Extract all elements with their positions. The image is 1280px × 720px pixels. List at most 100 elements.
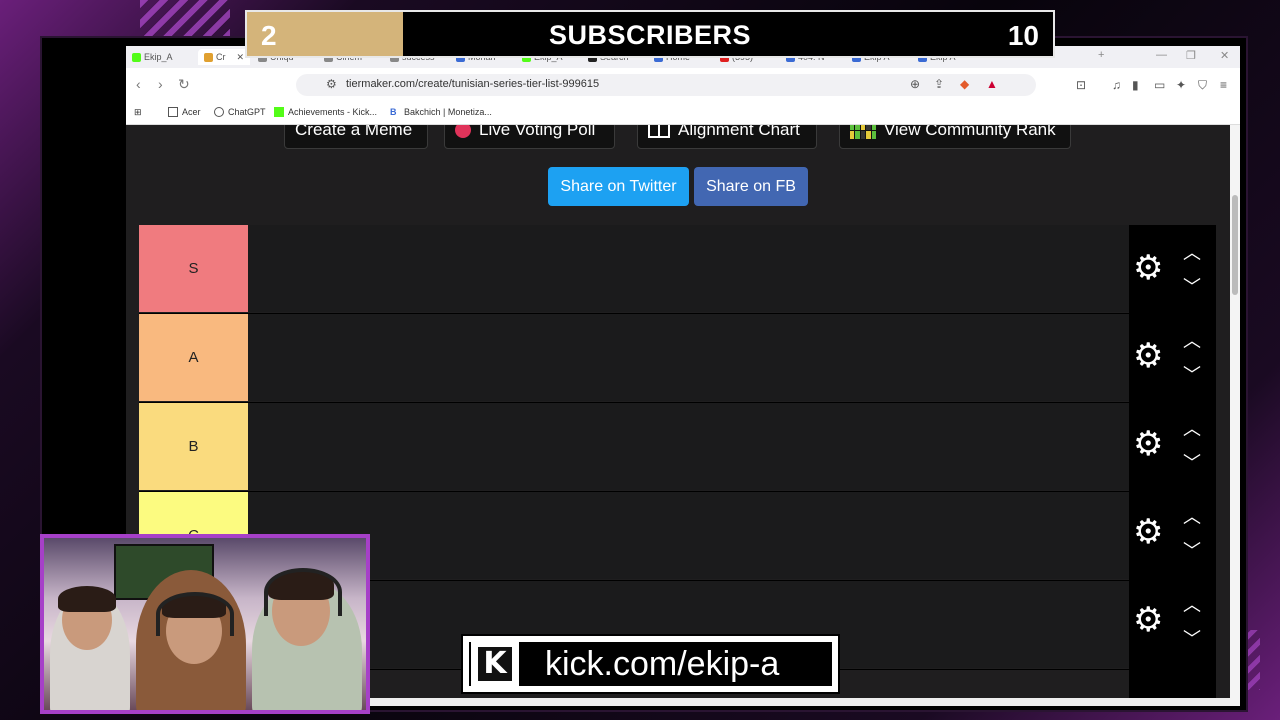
leo-icon[interactable]: ✦: [1176, 78, 1186, 92]
tab-favicon-icon: [132, 52, 141, 62]
bookmark-item[interactable]: ChatGPT: [214, 107, 266, 117]
tier-control-row: ⚙ ︿ ﹀: [1129, 489, 1216, 577]
tier-settings-gear-icon[interactable]: ⚙: [1133, 515, 1163, 549]
move-tier-down-icon[interactable]: ﹀: [1183, 449, 1201, 475]
chatgpt-icon: [214, 107, 224, 117]
kick-logo-box: K: [471, 642, 519, 686]
bookmark-label: Bakchich | Monetiza...: [404, 107, 492, 117]
bookmarks-bar: ⊞ Acer ChatGPT Achievements - Kick... B Bakc…: [126, 102, 1240, 125]
tier-settings-gear-icon[interactable]: ⚙: [1133, 339, 1163, 373]
live-dot-icon: [455, 125, 471, 138]
headset-icon: [264, 568, 342, 616]
brave-rewards-icon[interactable]: ▲: [986, 77, 998, 91]
bookmark-item[interactable]: Acer: [168, 107, 201, 117]
community-rank-icon: [850, 125, 876, 139]
goal-title: SUBSCRIBERS: [548, 20, 752, 50]
live-voting-poll-button[interactable]: Live Voting Poll: [444, 125, 615, 149]
tier-control-row: ⚙ ︿ ﹀: [1129, 577, 1216, 665]
frame-decoration: [140, 0, 230, 40]
goal-target-count: 10: [1007, 20, 1039, 51]
maximize-button[interactable]: ❐: [1186, 49, 1196, 62]
brave-shield-icon[interactable]: ◆: [960, 77, 969, 91]
kick-channel-url: kick.com/ekip-a: [545, 644, 780, 683]
subscriber-goal-bar: SUBSCRIBERS 2 10: [245, 10, 1055, 58]
move-tier-up-icon[interactable]: ︿: [1183, 591, 1201, 617]
bookmark-item[interactable]: Achievements - Kick...: [274, 107, 377, 117]
tier-control-row: ⚙ ︿ ﹀: [1129, 401, 1216, 489]
alignment-chart-button[interactable]: Alignment Chart: [637, 125, 817, 149]
create-meme-button[interactable]: Create a Meme: [284, 125, 428, 149]
apps-icon[interactable]: ⊞: [134, 107, 142, 118]
tier-row: S: [139, 225, 1216, 314]
url-field[interactable]: ⚙ tiermaker.com/create/tunisian-series-t…: [296, 74, 1036, 96]
move-tier-up-icon[interactable]: ︿: [1183, 415, 1201, 441]
reader-icon[interactable]: ⊡: [1076, 78, 1086, 92]
kick-logo-icon: K: [478, 647, 512, 681]
browser-tab-label: Cr: [216, 52, 226, 62]
tab-favicon-icon: [204, 52, 213, 62]
kick-icon: [274, 107, 284, 117]
share-icon[interactable]: ⇪: [934, 77, 944, 91]
tier-control-row: ⚙ ︿ ﹀: [1129, 225, 1216, 313]
view-community-rank-button[interactable]: View Community Rank: [839, 125, 1071, 149]
tier-control-row: ⚙ ︿ ﹀: [1129, 313, 1216, 401]
bookmark-label: ChatGPT: [228, 107, 266, 117]
forward-icon[interactable]: ›: [158, 76, 163, 92]
media-icon[interactable]: ♫: [1112, 78, 1121, 92]
share-fb-button[interactable]: Share on FB: [694, 167, 808, 206]
live-voting-label: Live Voting Poll: [479, 125, 596, 139]
close-tab-icon[interactable]: ✕: [237, 52, 245, 63]
new-tab-button[interactable]: +: [1098, 49, 1104, 61]
zoom-icon[interactable]: ⊕: [910, 77, 920, 91]
streamer-1-hair: [58, 586, 116, 612]
tier-drop-zone[interactable]: [248, 225, 1216, 312]
tier-drop-zone[interactable]: [248, 403, 1216, 490]
tier-settings-gear-icon[interactable]: ⚙: [1133, 427, 1163, 461]
minimize-button[interactable]: —: [1156, 49, 1167, 61]
tier-row: B: [139, 403, 1216, 492]
address-bar-row: ‹ › ↻ ⌑ ⚙ tiermaker.com/create/tunisian-…: [126, 68, 1240, 102]
folder-icon: [168, 107, 178, 117]
webcam-overlay: [40, 534, 370, 714]
alignment-chart-label: Alignment Chart: [678, 125, 800, 139]
move-tier-down-icon[interactable]: ﹀: [1183, 625, 1201, 651]
tier-settings-gear-icon[interactable]: ⚙: [1133, 603, 1163, 637]
back-icon[interactable]: ‹: [136, 76, 141, 92]
tier-label[interactable]: B: [139, 403, 248, 490]
reload-icon[interactable]: ↻: [178, 76, 190, 93]
menu-icon[interactable]: ≡: [1220, 78, 1227, 92]
vertical-scrollbar[interactable]: [1230, 125, 1240, 706]
goal-current-count: 2: [261, 20, 277, 51]
browser-tab-label: Ekip_A: [144, 52, 173, 62]
kick-channel-banner: K kick.com/ekip-a: [461, 634, 840, 694]
tier-label[interactable]: S: [139, 225, 248, 312]
move-tier-up-icon[interactable]: ︿: [1183, 239, 1201, 265]
scrollbar-thumb[interactable]: [1232, 195, 1238, 295]
move-tier-down-icon[interactable]: ﹀: [1183, 273, 1201, 299]
tier-drop-zone[interactable]: [248, 314, 1216, 401]
share-twitter-button[interactable]: Share on Twitter: [548, 167, 689, 206]
move-tier-down-icon[interactable]: ﹀: [1183, 361, 1201, 387]
kick-banner-inner: K kick.com/ekip-a: [469, 642, 832, 686]
wallet-icon[interactable]: ▭: [1154, 78, 1165, 92]
alignment-chart-icon: [648, 125, 670, 138]
bookmark-label: Achievements - Kick...: [288, 107, 378, 117]
site-info-icon[interactable]: ⚙: [326, 77, 337, 91]
tier-drop-zone[interactable]: [248, 492, 1216, 579]
move-tier-down-icon[interactable]: ﹀: [1183, 537, 1201, 563]
move-tier-up-icon[interactable]: ︿: [1183, 327, 1201, 353]
create-meme-label: Create a Meme: [295, 125, 413, 139]
tier-label[interactable]: A: [139, 314, 248, 401]
close-window-button[interactable]: ✕: [1220, 49, 1229, 62]
bookmark-item[interactable]: B Bakchich | Monetiza...: [390, 107, 492, 117]
move-tier-up-icon[interactable]: ︿: [1183, 503, 1201, 529]
browser-tab[interactable]: Ekip_A: [132, 49, 173, 65]
tier-settings-gear-icon[interactable]: ⚙: [1133, 251, 1163, 285]
community-rank-label: View Community Rank: [884, 125, 1056, 139]
browser-tab[interactable]: Cr ✕: [198, 49, 251, 65]
b-icon: B: [390, 107, 397, 117]
vpn-icon[interactable]: ⛉: [1198, 78, 1207, 93]
sidebar-icon[interactable]: ▮: [1132, 78, 1139, 92]
tier-row: A: [139, 314, 1216, 403]
headset-icon: [156, 592, 234, 636]
